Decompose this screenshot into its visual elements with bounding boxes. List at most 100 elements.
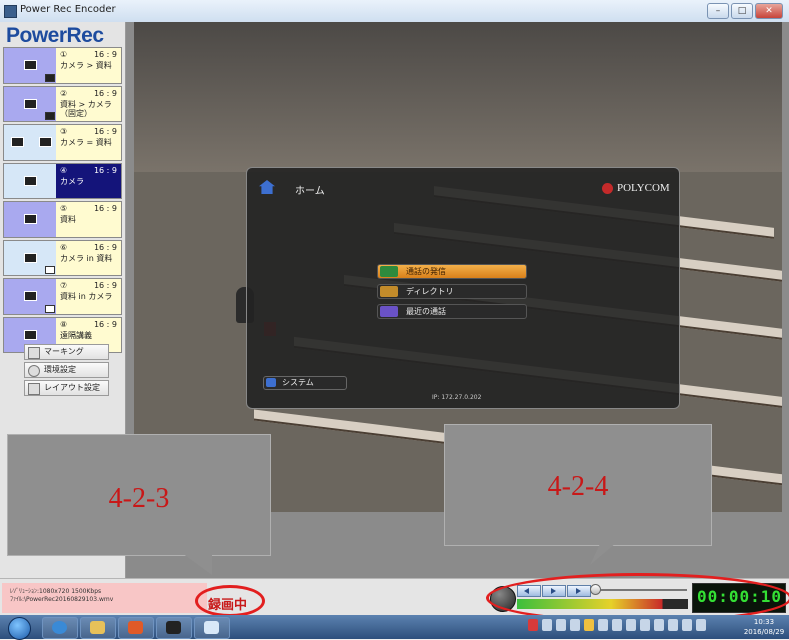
ie-icon bbox=[52, 621, 67, 634]
menu-item-label: 最近の通話 bbox=[406, 307, 446, 316]
app-icon bbox=[4, 5, 17, 18]
marking-icon bbox=[28, 347, 40, 359]
polycom-logo-icon bbox=[602, 183, 613, 194]
window-controls: – □ ✕ bbox=[707, 3, 783, 19]
menu-item-label: 通話の発信 bbox=[406, 267, 446, 276]
env-settings-label: 環境設定 bbox=[44, 365, 76, 374]
preset-label: カメラ = 資料 bbox=[60, 138, 112, 147]
tray-icon[interactable] bbox=[668, 619, 678, 631]
monitor-icon bbox=[24, 329, 37, 340]
preset-label: カメラ bbox=[60, 176, 84, 186]
callout-right-text: 4-2-4 bbox=[547, 471, 609, 502]
layout-preset-1[interactable]: ① 16 : 9 カメラ > 資料 bbox=[3, 47, 122, 84]
taskbar-media-button[interactable] bbox=[118, 617, 154, 639]
maximize-button[interactable]: □ bbox=[731, 3, 753, 19]
minimize-button[interactable]: – bbox=[707, 3, 729, 19]
monitor-icon bbox=[24, 291, 37, 301]
taskbar-app-button[interactable] bbox=[156, 617, 192, 639]
monitor-icon bbox=[24, 98, 37, 109]
status-bar: ﾚｿﾞﾘｭｰｼｮﾝ:1080x720 1500Kbps ﾌｧｲﾙ:\PowerR… bbox=[0, 573, 789, 623]
tray-icon[interactable] bbox=[654, 619, 664, 631]
start-button[interactable] bbox=[8, 617, 31, 640]
tray-icon[interactable] bbox=[626, 619, 636, 631]
preset-label: 資料 in カメラ bbox=[60, 292, 113, 301]
preset-number: ⑦ bbox=[60, 281, 68, 290]
preset-label: カメラ > 資料 bbox=[60, 61, 112, 70]
preset-number: ⑤ bbox=[60, 204, 68, 213]
tray-icon[interactable] bbox=[570, 619, 580, 631]
callout-box-left: 4-2-3 bbox=[7, 434, 271, 556]
layout-preset-7[interactable]: ⑦ 16 : 9 資料 in カメラ bbox=[3, 278, 122, 315]
menu-item-label: システム bbox=[282, 378, 314, 387]
folder-icon bbox=[90, 621, 105, 634]
gear-icon bbox=[28, 365, 40, 377]
tray-icon[interactable] bbox=[612, 619, 622, 631]
taskbar-explorer-button[interactable] bbox=[80, 617, 116, 639]
taskbar: 10:33 2016/08/29 bbox=[0, 615, 789, 640]
layout-preset-6[interactable]: ⑥ 16 : 9 カメラ in 資料 bbox=[3, 239, 122, 276]
layout-settings-button[interactable]: レイアウト設定 bbox=[24, 380, 109, 396]
callout-box-right: 4-2-4 bbox=[444, 424, 712, 546]
tray-icon[interactable] bbox=[556, 619, 566, 631]
tray-icon[interactable] bbox=[598, 619, 608, 631]
menu-item-place-call[interactable]: 通話の発信 bbox=[377, 264, 527, 279]
app-icon-taskbar bbox=[166, 621, 181, 634]
resolution-text: ﾚｿﾞﾘｭｰｼｮﾝ:1080x720 1500Kbps bbox=[10, 588, 102, 595]
layout-icon bbox=[28, 383, 40, 395]
preset-ratio: 16 : 9 bbox=[93, 242, 117, 252]
preset-number: ⑥ bbox=[60, 242, 68, 252]
preset-label: 遠隔講義 bbox=[60, 330, 92, 340]
layout-preset-2[interactable]: ② 16 : 9 資料 > カメラ（固定） bbox=[3, 85, 122, 122]
tray-icon[interactable] bbox=[640, 619, 650, 631]
preset-label: 資料 bbox=[60, 215, 76, 224]
layout-preset-4[interactable]: ④ 16 : 9 カメラ bbox=[3, 162, 122, 199]
marking-label: マーキング bbox=[44, 347, 84, 356]
pip-icon bbox=[45, 112, 55, 120]
paint-icon bbox=[204, 621, 219, 634]
pip-icon bbox=[45, 266, 55, 274]
monitor-icon bbox=[24, 252, 37, 263]
taskbar-clock[interactable]: 10:33 2016/08/29 bbox=[741, 617, 787, 637]
preset-thumbnail bbox=[4, 48, 56, 83]
tray-icon[interactable] bbox=[528, 619, 538, 631]
monitor-icon bbox=[24, 175, 37, 186]
media-player-icon bbox=[128, 621, 143, 634]
layout-preset-3[interactable]: ③ 16 : 9 カメラ = 資料 bbox=[3, 124, 122, 161]
phone-icon bbox=[380, 266, 398, 277]
taskbar-ie-button[interactable] bbox=[42, 617, 78, 639]
preset-label: 資料 > カメラ（固定） bbox=[60, 99, 112, 118]
tray-icon[interactable] bbox=[682, 619, 692, 631]
menu-item-directory[interactable]: ディレクトリ bbox=[377, 284, 527, 299]
window-title: Power Rec Encoder bbox=[20, 4, 116, 15]
clock-time: 10:33 bbox=[753, 618, 775, 626]
marking-button[interactable]: マーキング bbox=[24, 344, 109, 360]
clock-date: 2016/08/29 bbox=[743, 628, 785, 636]
tray-icon[interactable] bbox=[542, 619, 552, 631]
menu-item-recent-calls[interactable]: 最近の通話 bbox=[377, 304, 527, 319]
callout-left-text: 4-2-3 bbox=[108, 483, 170, 514]
monitor-icon bbox=[24, 60, 37, 70]
preset-ratio: 16 : 9 bbox=[93, 50, 117, 59]
preset-ratio: 16 : 9 bbox=[93, 204, 117, 213]
pip-icon bbox=[45, 73, 55, 82]
title-bar: Power Rec Encoder – □ ✕ bbox=[0, 0, 789, 23]
polycom-brand: POLYCOM bbox=[617, 182, 670, 194]
menu-title: ホーム bbox=[295, 186, 325, 197]
monitor-icon bbox=[24, 214, 37, 224]
preset-ratio: 16 : 9 bbox=[93, 88, 117, 98]
preset-ratio: 16 : 9 bbox=[93, 319, 117, 329]
tray-icon[interactable] bbox=[696, 619, 706, 631]
preset-thumbnail bbox=[4, 125, 56, 160]
close-button[interactable]: ✕ bbox=[755, 3, 783, 19]
env-settings-button[interactable]: 環境設定 bbox=[24, 362, 109, 378]
layout-preset-5[interactable]: ⑤ 16 : 9 資料 bbox=[3, 201, 122, 238]
system-tray bbox=[528, 619, 706, 631]
menu-item-system[interactable]: システム bbox=[263, 376, 347, 390]
preset-number: ① bbox=[60, 50, 68, 59]
taskbar-paint-button[interactable] bbox=[194, 617, 230, 639]
recording-info: ﾚｿﾞﾘｭｰｼｮﾝ:1080x720 1500Kbps ﾌｧｲﾙ:\PowerR… bbox=[2, 583, 207, 613]
video-wall bbox=[134, 22, 782, 172]
tray-icon[interactable] bbox=[584, 619, 594, 631]
preset-number: ② bbox=[60, 88, 68, 98]
home-icon bbox=[259, 180, 275, 194]
